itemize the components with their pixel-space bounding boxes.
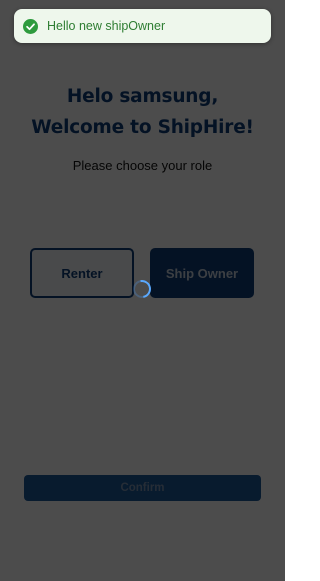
check-circle-icon [23, 18, 38, 34]
toast-message: Hello new shipOwner [47, 19, 166, 33]
greeting-line-1: Helo samsung, [66, 86, 219, 107]
role-prompt: Please choose your role [72, 158, 213, 173]
ship-owner-button[interactable]: Ship Owner [150, 248, 254, 298]
renter-button[interactable]: Renter [30, 248, 134, 298]
greeting-line-2: Welcome to ShipHire! [31, 117, 254, 138]
confirm-button[interactable]: Confirm [24, 475, 261, 501]
toast-notification: Hello new shipOwner [14, 9, 271, 43]
